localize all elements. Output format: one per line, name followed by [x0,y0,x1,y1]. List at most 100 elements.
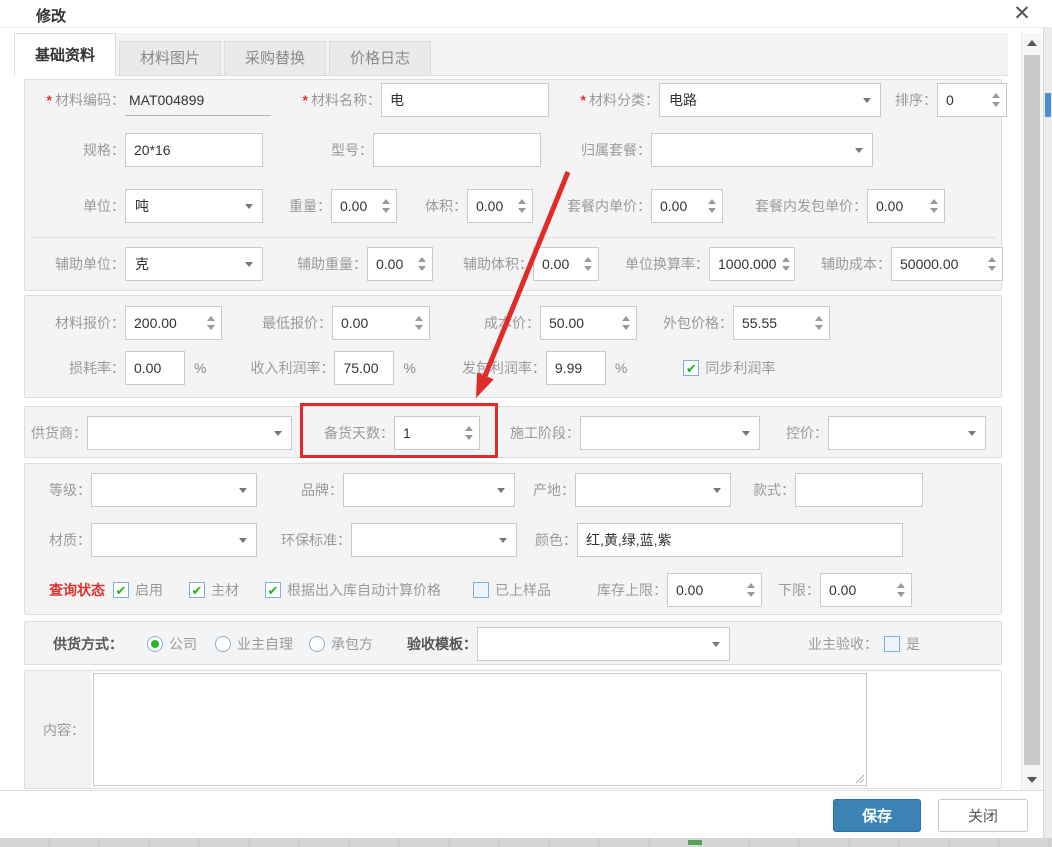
background-link-fragment [1045,93,1051,117]
spinner-down-icon[interactable] [988,266,996,271]
spinner-down-icon[interactable] [382,208,390,213]
scrollbar[interactable] [1021,33,1042,790]
sample-checkbox[interactable]: ✔ [473,582,489,598]
package-fb-price-spinner[interactable]: 0.00 [867,189,945,223]
supplier-label: 供货商： [29,423,87,443]
spinner-up-icon[interactable] [518,199,526,204]
owner-acceptance-checkbox[interactable]: ✔ [884,636,900,652]
material-category-select[interactable]: 电路 [659,83,881,117]
loss-rate-input[interactable] [125,351,185,385]
spinner-down-icon[interactable] [584,266,592,271]
main-material-checkbox[interactable]: ✔ [189,582,205,598]
spinner-down-icon[interactable] [782,266,790,271]
aux-cost-spinner[interactable]: 50000.00 [891,247,1003,281]
spinner-down-icon[interactable] [815,325,823,330]
spinner-down-icon[interactable] [747,592,755,597]
close-button[interactable]: 关闭 [938,799,1028,832]
radio-contractor[interactable] [309,636,325,652]
tab-material-images[interactable]: 材料图片 [119,41,221,75]
volume-label: 体积： [407,196,467,216]
weight-spinner[interactable]: 0.00 [331,189,397,223]
material-name-input[interactable] [381,83,549,117]
tab-basic-info[interactable]: 基础资料 [14,33,116,76]
aux-unit-select[interactable]: 克 [125,247,263,281]
spinner-up-icon[interactable] [207,316,215,321]
model-input[interactable] [373,133,541,167]
supply-mode-label: 供货方式： [29,634,123,654]
dropdown-icon [497,488,505,493]
conversion-rate-spinner[interactable]: 1000.000 [709,247,795,281]
sort-spinner[interactable]: 0 [937,83,1007,117]
unit-select[interactable]: 吨 [125,189,263,223]
spinner-up-icon[interactable] [992,93,1000,98]
spinner-up-icon[interactable] [930,199,938,204]
sync-margin-checkbox[interactable]: ✔ [683,360,699,376]
spinner-up-icon[interactable] [382,199,390,204]
spinner-up-icon[interactable] [815,316,823,321]
tab-price-log[interactable]: 价格日志 [329,41,431,75]
resize-handle-icon[interactable] [853,772,865,784]
spinner-down-icon[interactable] [518,208,526,213]
env-standard-select[interactable] [351,523,517,557]
income-margin-input[interactable] [334,351,394,385]
spinner-up-icon[interactable] [622,316,630,321]
grade-select[interactable] [91,473,257,507]
brand-select[interactable] [343,473,515,507]
supplier-select[interactable] [87,416,292,450]
auto-price-checkbox-label: 根据出入库自动计算价格 [287,580,441,600]
spinner-down-icon[interactable] [992,102,1000,107]
radio-company[interactable] [147,636,163,652]
spinner-up-icon[interactable] [584,257,592,262]
close-icon[interactable]: ✕ [1008,0,1036,26]
spinner-down-icon[interactable] [465,435,473,440]
tab-purchase-replace[interactable]: 采购替换 [224,41,326,75]
radio-dot-icon [151,640,159,648]
quote-spinner[interactable]: 200.00 [125,306,222,340]
origin-select[interactable] [575,473,731,507]
stock-days-spinner[interactable]: 1 [394,416,480,450]
spinner-down-icon[interactable] [622,325,630,330]
scrollbar-thumb[interactable] [1024,55,1040,765]
spinner-down-icon[interactable] [897,592,905,597]
fb-margin-input[interactable] [546,351,606,385]
color-input[interactable] [577,523,903,557]
outsource-price-spinner[interactable]: 55.55 [733,306,830,340]
volume-spinner[interactable]: 0.00 [467,189,533,223]
enable-checkbox[interactable]: ✔ [113,582,129,598]
package-price-spinner[interactable]: 0.00 [651,189,723,223]
spinner-up-icon[interactable] [988,257,996,262]
save-button[interactable]: 保存 [833,799,921,832]
stock-min-spinner[interactable]: 0.00 [820,573,912,607]
scroll-up-icon[interactable] [1022,33,1042,53]
style-input[interactable] [795,473,923,507]
cost-price-spinner[interactable]: 50.00 [540,306,637,340]
price-control-label: 控价： [784,423,828,443]
spinner-up-icon[interactable] [465,426,473,431]
spec-input[interactable] [125,133,263,167]
spinner-up-icon[interactable] [415,316,423,321]
spinner-down-icon[interactable] [418,266,426,271]
content-textarea[interactable] [93,673,867,786]
spinner-up-icon[interactable] [418,257,426,262]
min-quote-spinner[interactable]: 0.00 [332,306,430,340]
aux-weight-spinner[interactable]: 0.00 [367,247,433,281]
acceptance-template-select[interactable] [477,627,730,661]
spinner-down-icon[interactable] [930,208,938,213]
spinner-up-icon[interactable] [747,583,755,588]
spinner-up-icon[interactable] [897,583,905,588]
scroll-down-icon[interactable] [1022,770,1042,790]
radio-owner-self[interactable] [215,636,231,652]
spinner-down-icon[interactable] [415,325,423,330]
price-control-select[interactable] [828,416,986,450]
spinner-up-icon[interactable] [708,199,716,204]
spinner-down-icon[interactable] [207,325,215,330]
material-quality-select[interactable] [91,523,257,557]
auto-price-checkbox[interactable]: ✔ [265,582,281,598]
aux-weight-label: 辅助重量： [277,254,367,274]
stock-max-spinner[interactable]: 0.00 [667,573,762,607]
spinner-up-icon[interactable] [782,257,790,262]
package-select[interactable] [651,133,873,167]
aux-volume-spinner[interactable]: 0.00 [533,247,599,281]
spinner-down-icon[interactable] [708,208,716,213]
construction-stage-select[interactable] [580,416,760,450]
